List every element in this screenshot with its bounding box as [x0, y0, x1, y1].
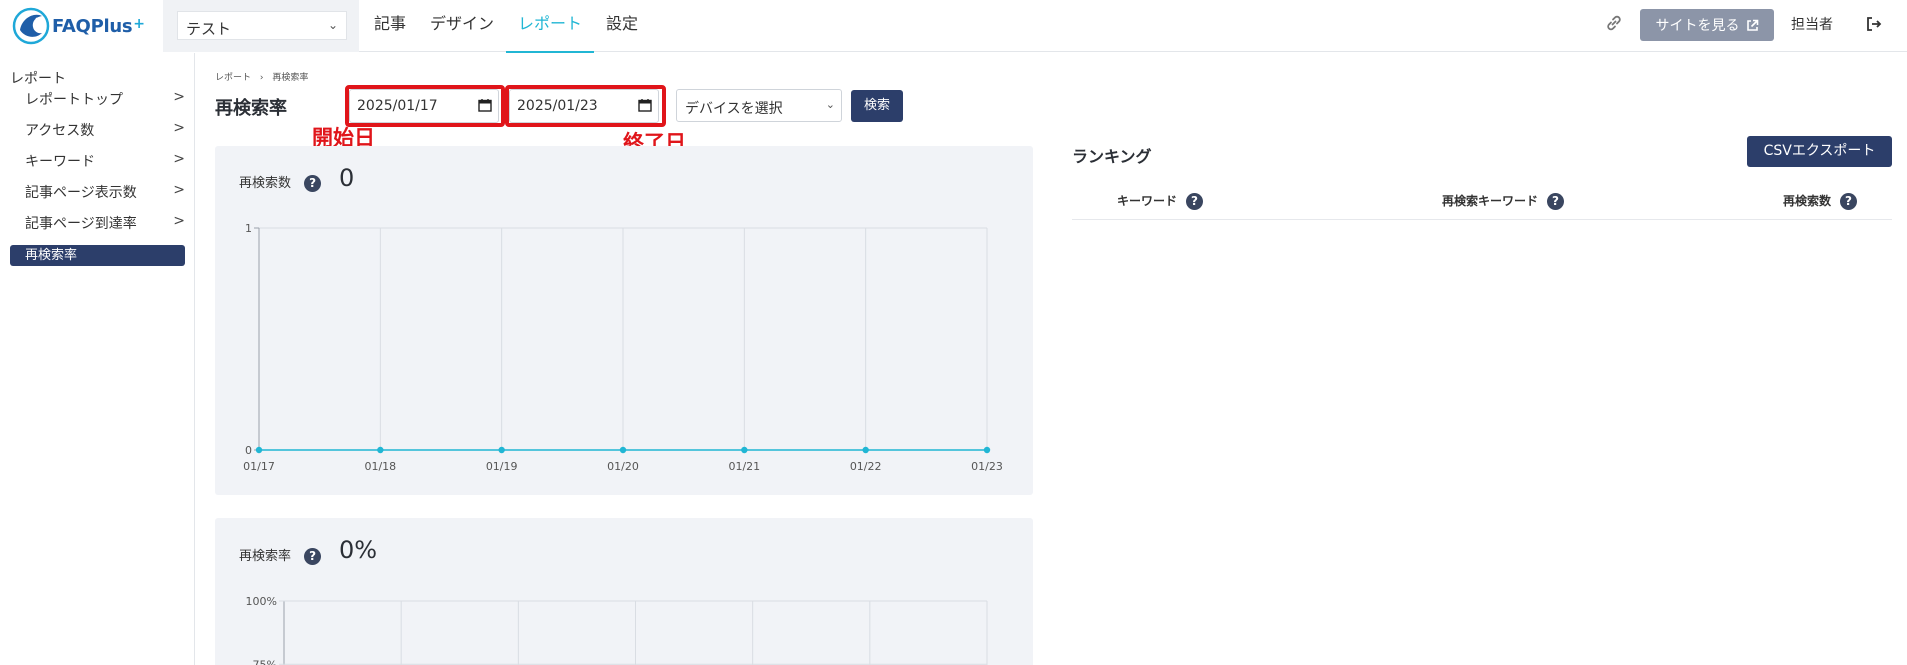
sidebar-item-access[interactable]: アクセス数 > [25, 120, 185, 142]
chevron-right-icon: > [173, 120, 185, 136]
search-button[interactable]: 検索 [851, 90, 903, 122]
sidebar-item-label: キーワード [25, 154, 95, 170]
sidebar-item-label: 再検索率 [25, 248, 78, 263]
y-tick-label: 100% [246, 595, 277, 608]
y-tick-label: 1 [245, 222, 252, 235]
sidebar-item-label: レポートトップ [25, 92, 123, 108]
column-header-research-count[interactable]: 再検索数? [1783, 192, 1858, 210]
data-point [741, 446, 748, 454]
breadcrumb: レポート › 再検索率 [215, 70, 308, 83]
data-point [862, 446, 869, 454]
x-tick-label: 01/22 [850, 460, 882, 473]
x-tick-label: 01/17 [243, 460, 275, 473]
ranking-title: ランキング [1072, 147, 1152, 166]
end-date-highlight [505, 85, 666, 127]
chevron-right-icon: > [173, 151, 185, 167]
sidebar-item-article-reach[interactable]: 記事ページ到達率 > [25, 213, 185, 235]
x-tick-label: 01/19 [486, 460, 518, 473]
top-nav: 記事 デザイン レポート 設定 [362, 0, 650, 53]
sidebar: レポート レポートトップ > アクセス数 > キーワード > 記事ページ表示数 … [0, 53, 195, 665]
view-site-label: サイトを見る [1655, 18, 1740, 34]
view-site-button[interactable]: サイトを見る [1640, 9, 1774, 41]
x-tick-label: 01/18 [364, 460, 396, 473]
device-select[interactable]: デバイスを選択 ⌄ [676, 89, 842, 122]
chevron-right-icon: > [173, 182, 185, 198]
link-icon[interactable] [1604, 13, 1624, 33]
data-point [377, 446, 384, 454]
research-count-panel: 再検索数 ? 0 0 1 01/17 01/18 01/19 01/20 01/21 01/2… [215, 146, 1033, 495]
external-link-icon [1746, 19, 1758, 31]
breadcrumb-current: 再検索率 [272, 73, 309, 83]
x-tick-label: 01/20 [607, 460, 639, 473]
breadcrumb-separator: › [259, 73, 264, 83]
site-select-area: テスト ⌄ [163, 0, 359, 52]
sidebar-item-label: 記事ページ表示数 [25, 185, 137, 201]
sidebar-item-label: アクセス数 [25, 123, 95, 139]
csv-export-button[interactable]: CSVエクスポート [1747, 136, 1892, 167]
data-point [619, 446, 627, 454]
column-header-keyword[interactable]: キーワード? [1117, 192, 1204, 210]
help-icon[interactable]: ? [1547, 193, 1565, 210]
nav-settings[interactable]: 設定 [594, 0, 650, 52]
chevron-down-icon: ⌄ [825, 98, 835, 111]
breadcrumb-parent[interactable]: レポート [215, 73, 251, 83]
chevron-down-icon: ⌄ [327, 18, 338, 32]
logo-text: FAQPlus+ [52, 15, 145, 37]
help-icon[interactable]: ? [1840, 193, 1858, 210]
dolphin-logo-icon [12, 7, 50, 45]
y-tick-label: 0 [245, 444, 252, 457]
y-tick-label: 75% [253, 658, 277, 665]
site-select[interactable]: テスト ⌄ [177, 11, 347, 40]
user-menu[interactable]: 担当者 [1791, 14, 1833, 34]
page-title: 再検索率 [215, 98, 287, 119]
help-icon[interactable]: ? [1186, 193, 1204, 210]
nav-reports[interactable]: レポート [506, 0, 595, 53]
data-point [983, 446, 991, 454]
data-point [255, 446, 263, 454]
x-tick-label: 01/23 [971, 460, 1003, 473]
data-point [498, 446, 505, 454]
research-count-chart: 0 1 01/17 01/18 01/19 01/20 01/21 01/22 01/23 [243, 222, 1003, 473]
sidebar-item-label: 記事ページ到達率 [25, 216, 137, 232]
chevron-right-icon: > [173, 89, 185, 105]
nav-articles[interactable]: 記事 [362, 0, 418, 52]
column-header-research-keyword[interactable]: 再検索キーワード? [1442, 192, 1565, 210]
logo[interactable]: FAQPlus+ [0, 0, 163, 52]
chevron-right-icon: > [173, 213, 185, 229]
start-date-highlight [345, 85, 505, 127]
sidebar-item-article-views[interactable]: 記事ページ表示数 > [25, 182, 185, 204]
research-rate-panel: 再検索率 ? 0% 100% 75% [215, 518, 1033, 665]
top-bar: FAQPlus+ テスト ⌄ 記事 デザイン レポート 設定 サイトを見る 担当… [0, 0, 1907, 53]
nav-design[interactable]: デザイン [418, 0, 506, 52]
table-divider [1072, 219, 1892, 220]
sidebar-item-keyword[interactable]: キーワード > [25, 151, 185, 173]
device-select-value: デバイスを選択 [685, 101, 783, 117]
logout-icon[interactable] [1864, 14, 1884, 34]
sidebar-title: レポート [10, 71, 66, 87]
sidebar-item-research-rate[interactable]: 再検索率 [10, 245, 185, 266]
site-select-value: テスト [186, 20, 232, 38]
research-rate-chart: 100% 75% [246, 595, 988, 665]
sidebar-item-report-top[interactable]: レポートトップ > [25, 89, 185, 111]
x-tick-label: 01/21 [728, 460, 760, 473]
